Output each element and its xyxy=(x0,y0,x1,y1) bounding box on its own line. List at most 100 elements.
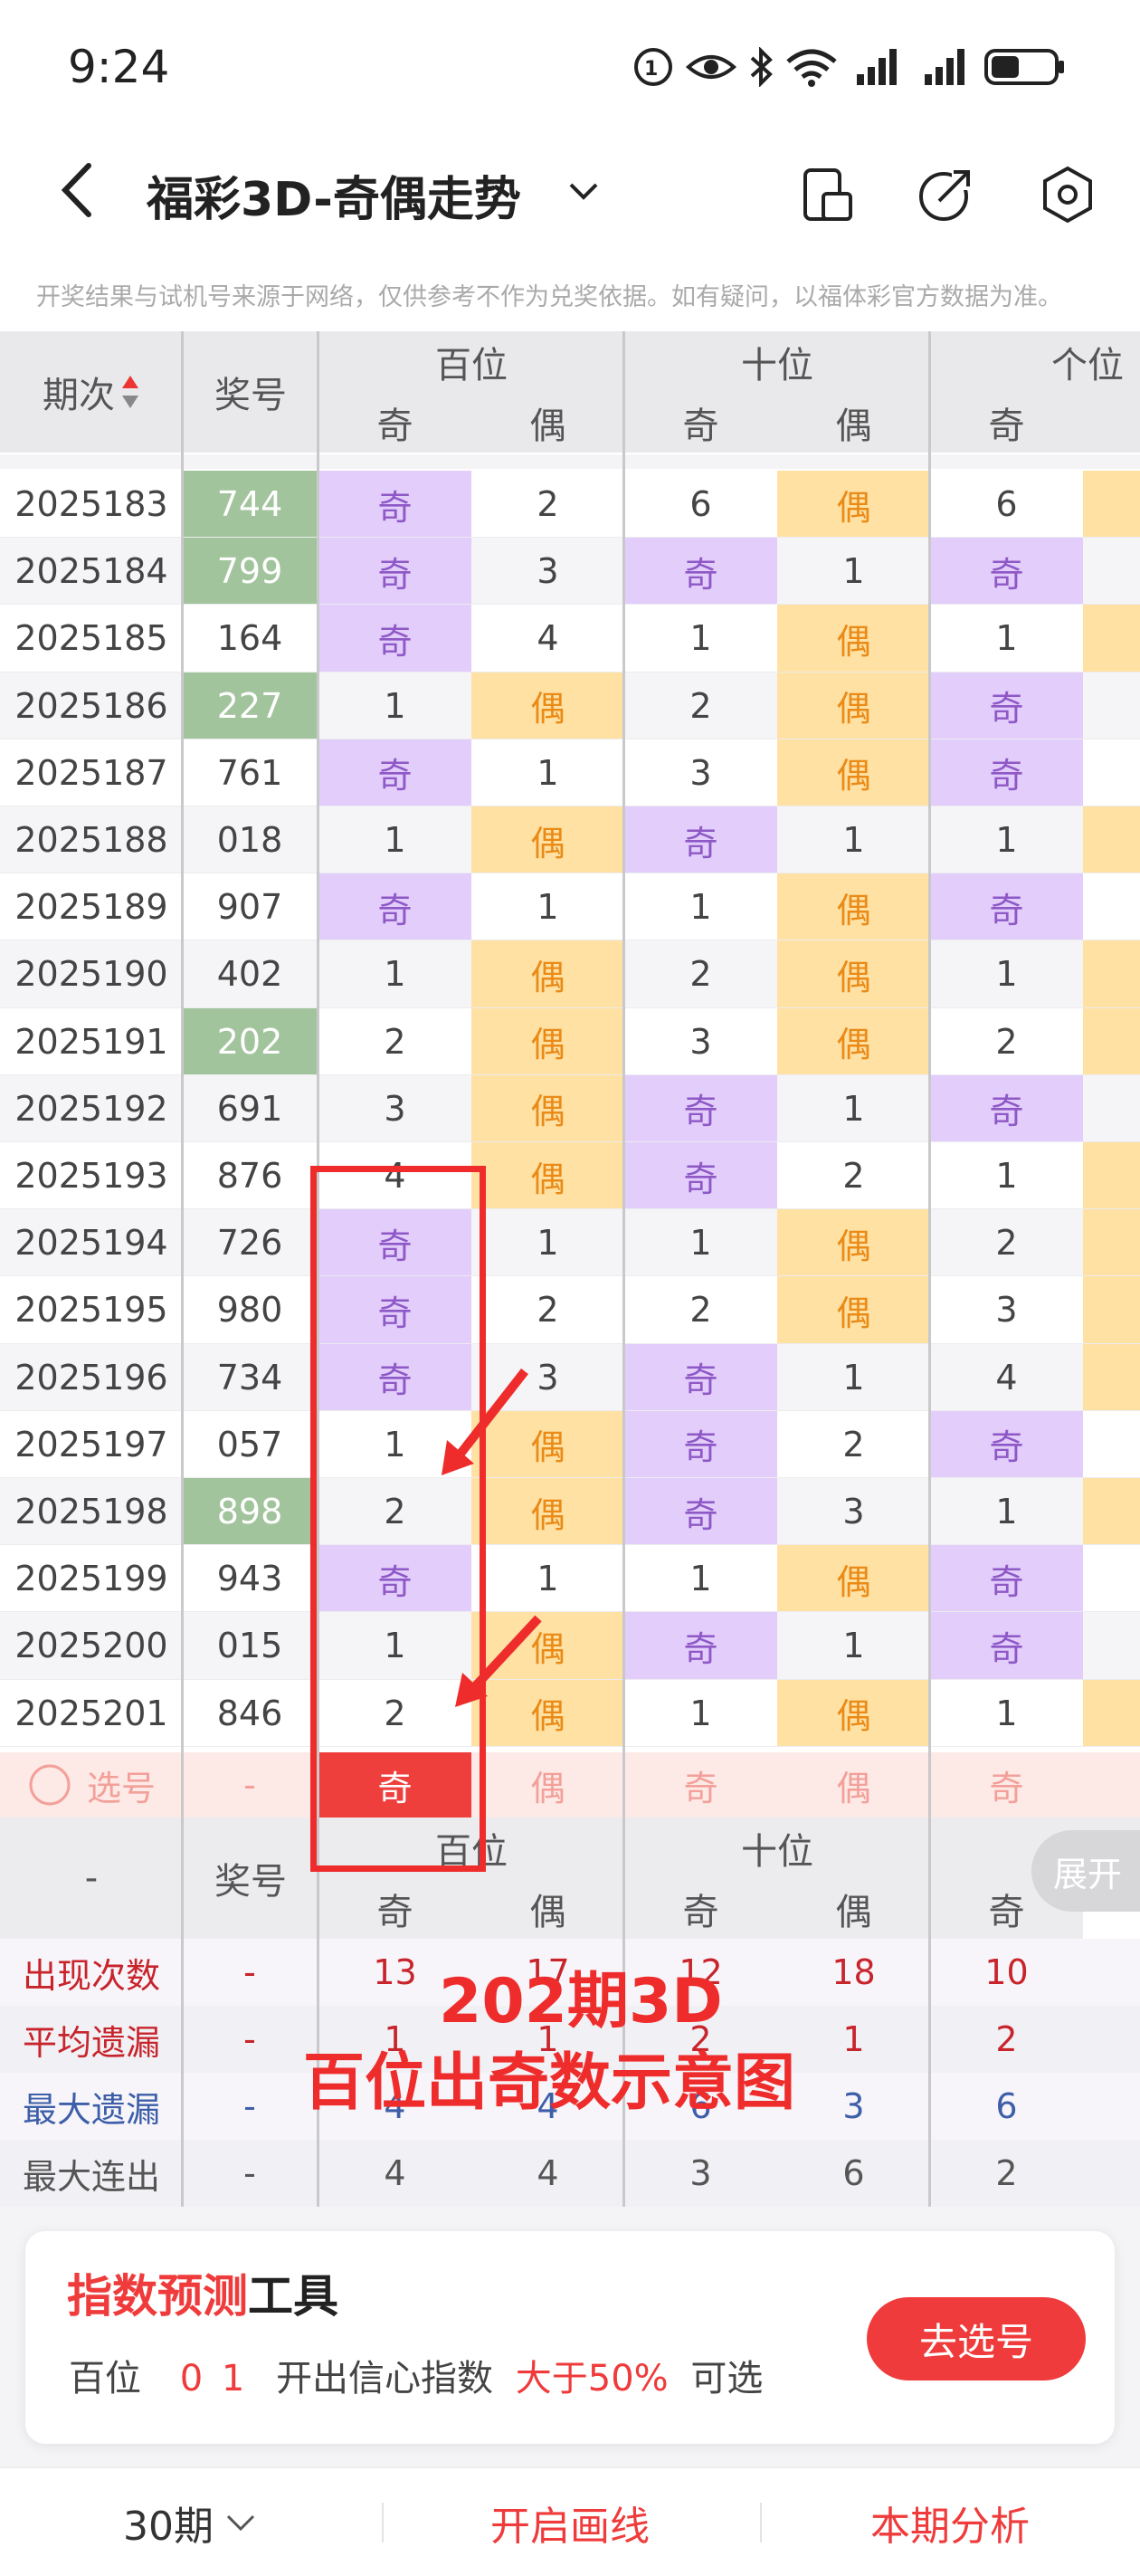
device-icon[interactable] xyxy=(796,163,860,226)
period-cell: 2025194 xyxy=(14,1223,168,1264)
grid-line xyxy=(622,331,625,2207)
stat-value: 6 xyxy=(842,2153,865,2193)
expand-button[interactable]: 展开 xyxy=(1031,1830,1140,1912)
stat-label: 平均遗漏 xyxy=(22,2022,160,2063)
odd-value-cell: 奇 xyxy=(930,672,1083,739)
odd-value-cell: 2 xyxy=(384,1021,406,1062)
select-option[interactable]: 奇 xyxy=(624,1752,777,1818)
tool-position: 百位 xyxy=(69,2358,141,2399)
even-value-cell: 3 xyxy=(537,551,559,592)
chevron-down-icon[interactable] xyxy=(565,172,602,208)
odd-value-cell: 3 xyxy=(689,752,712,793)
select-row-label[interactable]: 选号 xyxy=(0,1752,183,1818)
odd-value-cell: 奇 xyxy=(624,1410,777,1478)
period-cell: 2025188 xyxy=(14,820,168,861)
odd-value-cell: 奇 xyxy=(624,1142,777,1210)
stat-value: 3 xyxy=(842,2086,865,2126)
number-cell: 227 xyxy=(183,672,317,739)
stat-label: 最大遗漏 xyxy=(22,2089,160,2130)
stat-value: 1 xyxy=(842,2019,865,2059)
even-value-cell: 偶 xyxy=(471,1074,624,1142)
period-cell: 2025191 xyxy=(14,1021,168,1062)
odd-value-cell: 6 xyxy=(689,484,712,525)
odd-value-cell: 奇 xyxy=(624,538,777,606)
number-cell: 164 xyxy=(216,618,283,659)
even-value-cell: 1 xyxy=(537,887,559,928)
odd-value-cell: 奇 xyxy=(930,739,1083,806)
partial-cell xyxy=(1083,673,1140,739)
column-header-period[interactable]: 期次 xyxy=(0,331,183,453)
footer-number-header: 奖号 xyxy=(183,1818,318,1939)
odd-value-cell: 奇 xyxy=(318,873,471,941)
sub-header-even: 偶 xyxy=(777,392,930,453)
footer-group-tens: 十位 xyxy=(624,1818,930,1878)
period-cell: 2025196 xyxy=(14,1357,168,1398)
even-value-cell: 1 xyxy=(842,820,865,861)
even-value-cell: 偶 xyxy=(777,605,930,673)
settings-icon[interactable] xyxy=(1036,163,1099,226)
select-option[interactable]: 奇 xyxy=(930,1752,1083,1818)
go-select-button[interactable]: 去选号 xyxy=(867,2297,1086,2380)
wifi-icon xyxy=(786,49,837,87)
footer-sub-even: 偶 xyxy=(471,1878,624,1939)
period-cell: 2025201 xyxy=(14,1693,168,1733)
sort-icon[interactable] xyxy=(120,374,140,410)
battery-icon xyxy=(984,49,1064,85)
odd-value-cell: 1 xyxy=(689,1693,712,1733)
select-option[interactable]: 偶 xyxy=(471,1752,624,1818)
partial-cell xyxy=(1083,1478,1140,1546)
even-value-cell: 1 xyxy=(537,752,559,793)
sub-header-partial xyxy=(1083,392,1140,453)
period-cell: 2025198 xyxy=(14,1492,168,1532)
even-value-cell: 3 xyxy=(842,1492,865,1532)
share-icon[interactable] xyxy=(914,163,977,226)
chevron-down-icon xyxy=(226,2514,255,2532)
back-arrow-icon[interactable] xyxy=(54,158,100,222)
status-bar: 9:24 1 xyxy=(0,0,1140,136)
period-analysis-button[interactable]: 本期分析 xyxy=(787,2491,1113,2554)
odd-value-cell: 6 xyxy=(995,484,1018,525)
sub-header-odd: 奇 xyxy=(624,392,777,453)
select-option[interactable]: 偶 xyxy=(777,1752,930,1818)
partial-cell xyxy=(1083,940,1140,1008)
stat-dash: - xyxy=(243,2086,256,2126)
even-value-cell: 偶 xyxy=(777,873,930,941)
draw-lines-button[interactable]: 开启画线 xyxy=(407,2491,733,2554)
number-cell: 734 xyxy=(216,1357,283,1398)
partial-cell xyxy=(1083,1612,1140,1679)
partial-cell xyxy=(1083,1276,1140,1344)
partial-cell xyxy=(1083,806,1140,874)
sub-header-odd: 奇 xyxy=(318,392,471,453)
period-cell: 2025186 xyxy=(14,685,168,726)
odd-value-cell: 奇 xyxy=(930,873,1083,941)
select-number: - xyxy=(243,1765,256,1805)
even-value-cell: 1 xyxy=(842,1626,865,1666)
period-selector[interactable]: 30期 xyxy=(90,2491,290,2554)
even-value-cell: 偶 xyxy=(777,739,930,806)
odd-value-cell: 1 xyxy=(995,1492,1018,1532)
signal-icon xyxy=(925,49,964,85)
group-header-tens: 十位 xyxy=(624,331,930,392)
odd-value-cell: 奇 xyxy=(930,1612,1083,1680)
number-cell: 015 xyxy=(216,1626,283,1666)
footer-sub-odd: 奇 xyxy=(624,1878,777,1939)
number-cell: 876 xyxy=(216,1156,283,1197)
odd-value-cell: 奇 xyxy=(318,739,471,806)
grid-line xyxy=(928,331,931,2207)
circle-icon[interactable] xyxy=(27,1762,72,1808)
period-cell: 2025187 xyxy=(14,752,168,793)
arrow-annotation-icon xyxy=(442,1368,528,1475)
period-cell: 2025192 xyxy=(14,1088,168,1129)
page-title[interactable]: 福彩3D-奇偶走势 xyxy=(147,161,521,229)
hd-icon: 1 xyxy=(634,48,672,86)
number-cell: 018 xyxy=(216,820,283,861)
grid-line xyxy=(181,331,184,2207)
bluetooth-icon xyxy=(750,47,773,87)
group-header-units: 个位 xyxy=(930,331,1140,392)
stat-dash: - xyxy=(243,1952,256,1992)
even-value-cell: 2 xyxy=(537,484,559,525)
partial-cell xyxy=(1083,1343,1140,1411)
prediction-tool-card: 指数预测工具 百位 0 1 开出信心指数 大于50% 可选 去选号 xyxy=(25,2231,1115,2444)
period-cell: 2025184 xyxy=(14,551,168,592)
footer-sub-even: 偶 xyxy=(777,1878,930,1939)
